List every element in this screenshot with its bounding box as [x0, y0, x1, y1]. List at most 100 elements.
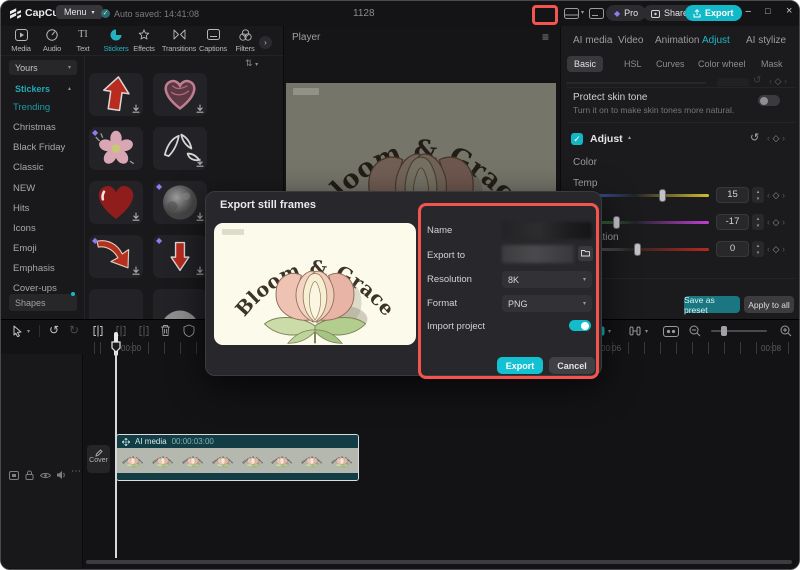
sticker-swoosh-arrow[interactable]: ◆	[89, 235, 143, 278]
tab-video[interactable]: Video	[618, 35, 643, 46]
redo-button[interactable]: ↻	[69, 323, 79, 337]
tint-stepper[interactable]: ▴▾	[752, 214, 764, 230]
sort-filter-button[interactable]: ⇅ ▾	[245, 58, 258, 69]
ai-watermark	[222, 229, 244, 235]
saturation-stepper[interactable]: ▴▾	[752, 241, 764, 257]
sticker-red-arrow-up[interactable]	[89, 73, 143, 116]
download-icon[interactable]	[132, 212, 140, 222]
reset-icon[interactable]: ↺	[750, 131, 759, 144]
select-tool-icon[interactable]	[12, 325, 23, 337]
keyframe-controls[interactable]: ‹ ◇ ›	[767, 133, 785, 144]
layout-toggle-icon[interactable]	[564, 8, 579, 19]
more-tabs-button[interactable]: ›	[259, 36, 272, 49]
maximize-button[interactable]: □	[765, 6, 770, 16]
tab-animation[interactable]: Animation	[655, 35, 699, 46]
temp-slider-thumb[interactable]	[659, 189, 666, 202]
download-icon[interactable]	[196, 158, 204, 168]
annotation-box-snapshot-button	[532, 5, 558, 25]
sidebar-item-emphasis[interactable]: Emphasis	[13, 263, 55, 274]
sidebar-item-shapes[interactable]: Shapes	[9, 294, 77, 311]
sidebar-item-black-friday[interactable]: Black Friday	[13, 142, 65, 153]
stickers-group-header[interactable]: Stickers ▴	[9, 81, 77, 96]
playhead-line[interactable]	[115, 342, 117, 558]
link-chevron-icon[interactable]: ▾	[645, 328, 648, 335]
tab-ai-media[interactable]: AI media	[573, 35, 612, 46]
save-as-preset-button[interactable]: Save as preset	[684, 296, 740, 313]
sticker-partial-tile[interactable]	[89, 289, 143, 319]
sidebar-item-trending[interactable]: Trending	[13, 102, 50, 113]
protect-skin-toggle[interactable]	[758, 95, 780, 106]
zoom-slider[interactable]	[711, 330, 767, 332]
sidebar-item-christmas[interactable]: Christmas	[13, 122, 56, 133]
saturation-keyframe[interactable]: ‹ ◇ ›	[767, 244, 785, 255]
playhead-handle[interactable]	[111, 341, 121, 353]
sidebar-item-classic[interactable]: Classic	[13, 162, 44, 173]
sidebar-item-hits[interactable]: Hits	[13, 203, 29, 214]
subtab-basic[interactable]: Basic	[567, 56, 603, 72]
download-icon[interactable]	[196, 266, 204, 276]
download-icon[interactable]	[132, 104, 140, 114]
slider-label-temp: Temp	[573, 178, 597, 189]
subtab-color-wheel[interactable]: Color wheel	[691, 56, 753, 72]
sticker-sketch-heart[interactable]	[153, 73, 207, 116]
temp-keyframe[interactable]: ‹ ◇ ›	[767, 190, 785, 201]
sidebar-item-icons[interactable]: Icons	[13, 223, 36, 234]
panel-toggle-icon[interactable]	[589, 8, 604, 19]
timeline-clip-ai-media[interactable]: AI media 00:00:03:00	[116, 434, 359, 481]
adjust-checkbox[interactable]: ✓	[571, 133, 583, 145]
export-button[interactable]: Export	[685, 5, 742, 21]
tint-value[interactable]: -17	[716, 214, 749, 230]
auto-link-icon[interactable]	[629, 325, 641, 337]
player-menu-icon[interactable]: ≡	[542, 30, 549, 44]
tint-slider-thumb[interactable]	[613, 216, 620, 229]
sticker-pink-flower[interactable]: ◆	[89, 127, 143, 170]
temp-stepper[interactable]: ▴▾	[752, 187, 764, 203]
close-button[interactable]: ×	[786, 5, 792, 17]
saturation-slider-thumb[interactable]	[634, 243, 641, 256]
collapse-icon[interactable]: ▴	[628, 134, 631, 141]
subtab-curves[interactable]: Curves	[649, 56, 692, 72]
cover-button[interactable]: Cover	[87, 445, 110, 473]
download-icon[interactable]	[196, 212, 204, 222]
download-icon[interactable]	[196, 104, 204, 114]
split-tool-icon[interactable]	[92, 325, 104, 337]
saturation-value[interactable]: 0	[716, 241, 749, 257]
sticker-glossy-heart[interactable]	[89, 181, 143, 224]
delete-right-icon[interactable]	[138, 325, 150, 337]
delete-icon[interactable]	[160, 324, 171, 337]
tool-chevron-icon[interactable]: ▾	[27, 328, 30, 335]
tab-ai-stylize[interactable]: AI stylize	[746, 35, 786, 46]
mask-shield-icon[interactable]	[183, 324, 195, 337]
layout-chevron-icon[interactable]: ▾	[581, 9, 584, 16]
more-options-icon[interactable]: ⋯	[71, 466, 81, 477]
undo-button[interactable]: ↺	[49, 323, 59, 337]
zoom-fit-icon[interactable]	[780, 325, 792, 337]
tab-adjust[interactable]: Adjust	[702, 35, 730, 46]
sticker-gray-circle[interactable]: ◆	[153, 181, 207, 224]
sticker-red-arrow-down[interactable]: ◆	[153, 235, 207, 278]
sidebar-item-new[interactable]: NEW	[13, 183, 35, 194]
sidebar-item-emoji[interactable]: Emoji	[13, 243, 37, 254]
preview-axis-icon[interactable]	[663, 326, 679, 337]
tint-keyframe[interactable]: ‹ ◇ ›	[767, 217, 785, 228]
main-track-icon[interactable]	[9, 471, 19, 480]
zoom-slider-thumb[interactable]	[721, 326, 727, 336]
download-icon[interactable]	[132, 266, 140, 276]
temp-value[interactable]: 15	[716, 187, 749, 203]
sticker-partial-gray-circle[interactable]	[153, 289, 207, 319]
subtab-hsl[interactable]: HSL	[617, 56, 649, 72]
eye-icon[interactable]	[40, 472, 51, 479]
menu-button[interactable]: Menu ▾	[56, 5, 103, 19]
subtab-mask[interactable]: Mask	[754, 56, 790, 72]
zoom-out-icon[interactable]	[689, 325, 701, 337]
minimize-button[interactable]: −	[745, 6, 751, 18]
speaker-icon[interactable]	[56, 470, 66, 480]
sidebar-item-cover-ups[interactable]: Cover-ups	[13, 283, 57, 294]
pro-button[interactable]: ◆ Pro	[606, 5, 646, 21]
sticker-outline-petals[interactable]	[153, 127, 207, 170]
yours-dropdown[interactable]: Yours ▾	[9, 60, 77, 75]
horizontal-scrollbar[interactable]	[86, 560, 792, 564]
snap-chevron-icon[interactable]: ▾	[608, 328, 611, 335]
apply-to-all-button[interactable]: Apply to all	[744, 296, 794, 313]
lock-icon[interactable]	[25, 470, 34, 480]
